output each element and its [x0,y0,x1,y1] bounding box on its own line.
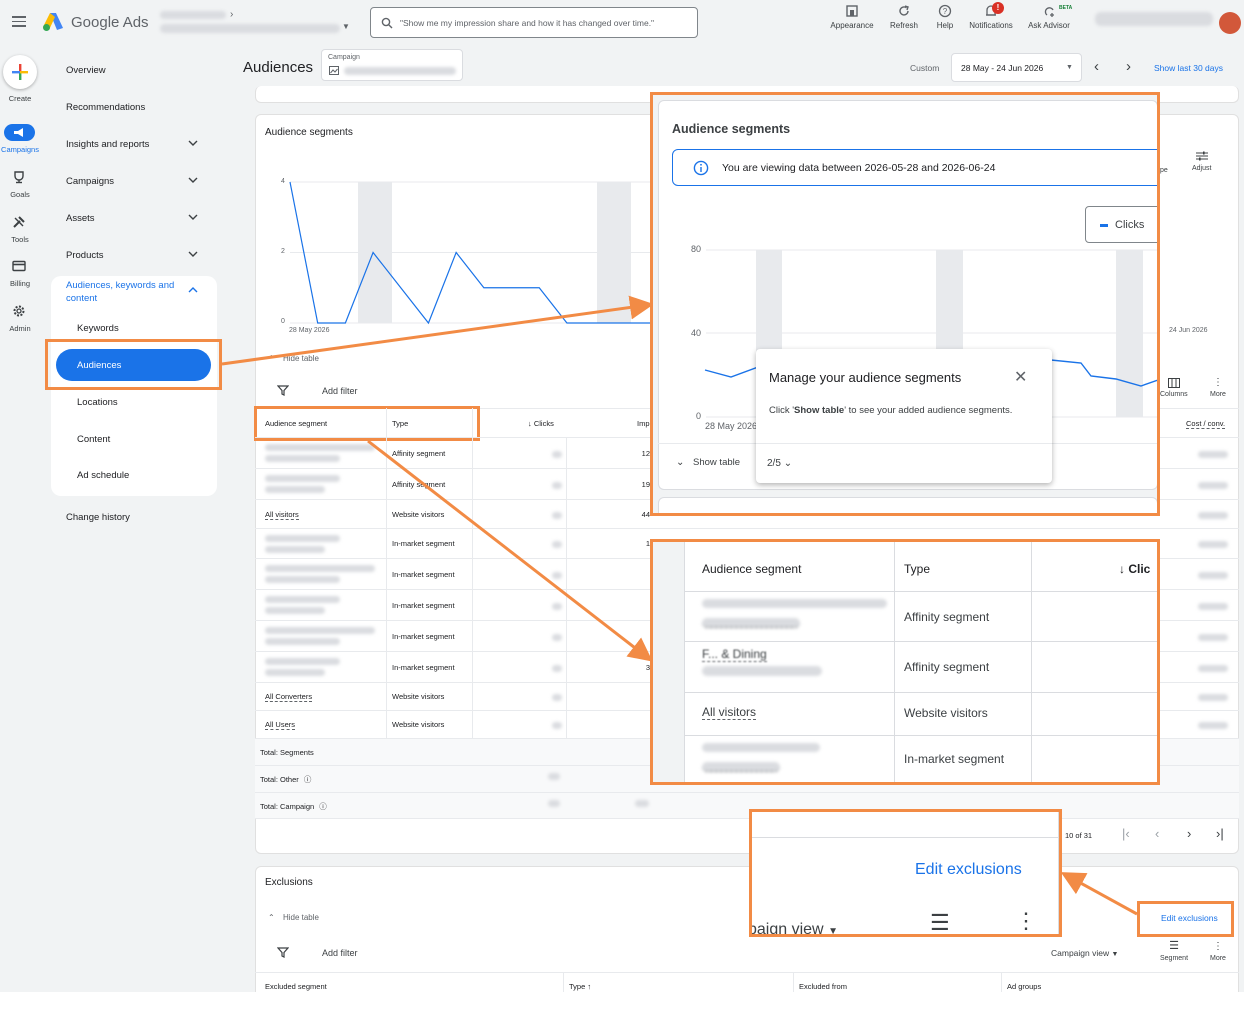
annotation-box-zoom-exclusions [749,809,1062,937]
annotation-box-zoom-table [650,539,1160,785]
annotation-arrow [221,295,654,366]
annotation-arrow [367,439,653,662]
annotation-box-zoom-top [650,92,1160,516]
annotation-arrow [1060,872,1138,916]
